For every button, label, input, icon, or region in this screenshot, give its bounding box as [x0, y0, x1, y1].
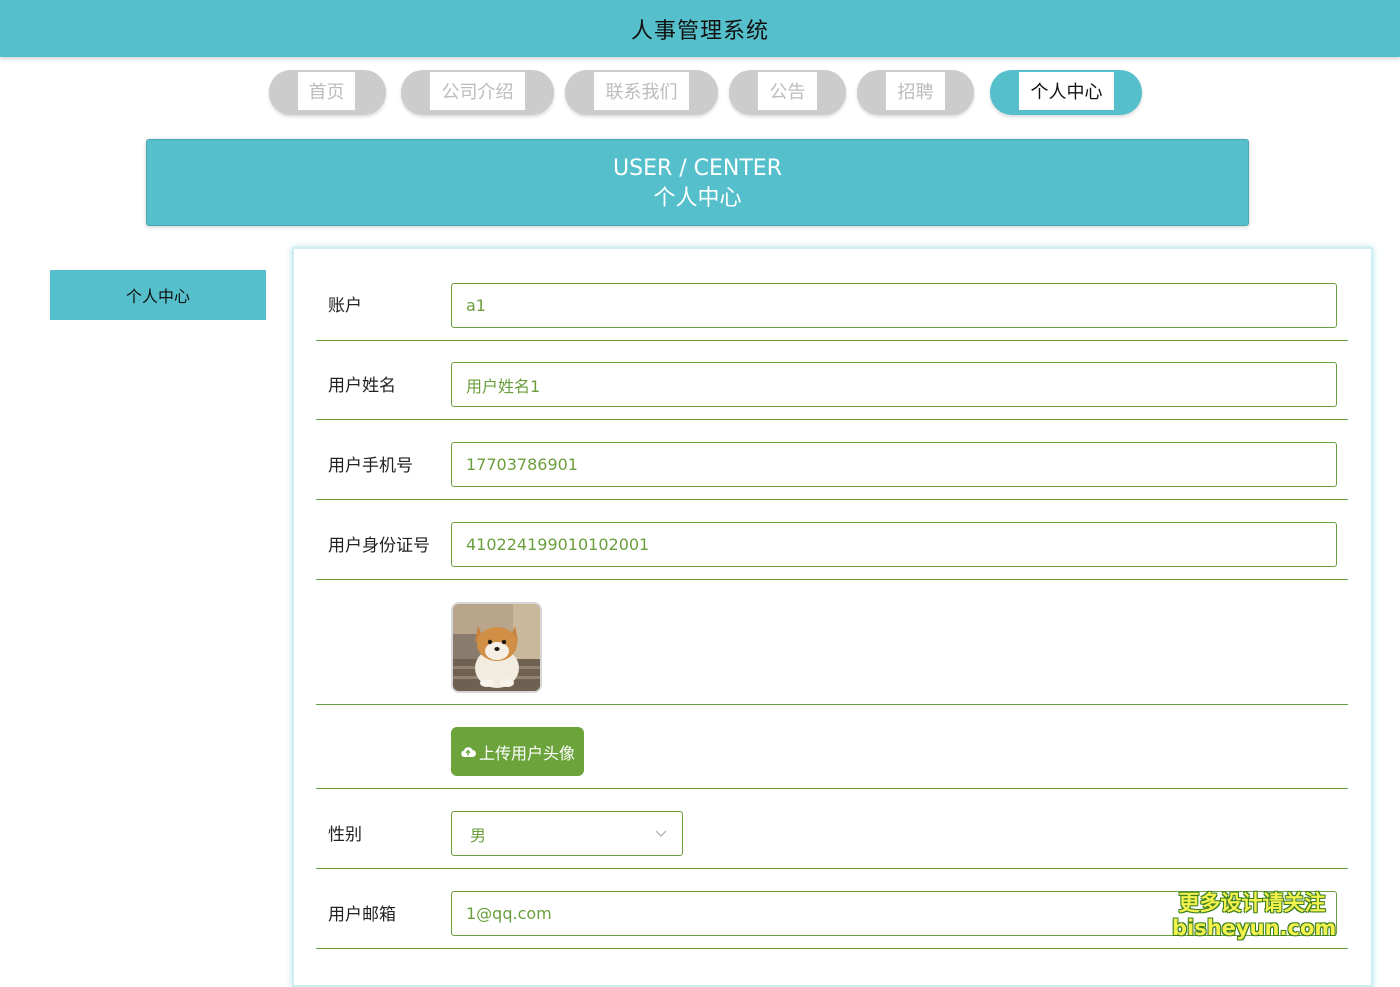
nav-home-label: 首页	[298, 72, 355, 110]
top-bar: 人事管理系统	[0, 0, 1400, 57]
name-input[interactable]	[466, 375, 1336, 394]
account-input[interactable]	[466, 296, 1336, 315]
nav-announcements[interactable]: 公告	[729, 70, 846, 115]
nav-recruitment-label: 招聘	[886, 72, 945, 110]
form-row-name: 用户姓名	[316, 341, 1348, 420]
nav-company-intro[interactable]: 公司介绍	[401, 70, 554, 115]
email-label: 用户邮箱	[328, 905, 396, 925]
name-label: 用户姓名	[328, 376, 396, 396]
nav-contact-us[interactable]: 联系我们	[565, 70, 718, 115]
idcard-field[interactable]	[451, 522, 1337, 567]
gender-selected-value: 男	[470, 825, 487, 845]
form-row-idcard: 用户身份证号	[316, 500, 1348, 580]
avatar[interactable]	[451, 602, 542, 693]
idcard-input[interactable]	[466, 535, 1336, 554]
upload-avatar-label: 上传用户头像	[478, 743, 575, 763]
app-title: 人事管理系统	[630, 18, 769, 44]
chevron-down-icon	[655, 830, 667, 837]
nav-company-intro-label: 公司介绍	[430, 72, 525, 110]
nav-announcements-label: 公告	[758, 72, 817, 110]
nav-home[interactable]: 首页	[269, 70, 386, 115]
sidebar-item-user-center[interactable]: 个人中心	[50, 270, 266, 320]
gender-select[interactable]: 男	[451, 811, 683, 856]
watermark-line-1: 更多设计请关注	[1178, 891, 1326, 915]
form-row-account: 账户	[316, 259, 1348, 341]
phone-label: 用户手机号	[328, 456, 413, 476]
account-label: 账户	[328, 296, 362, 316]
idcard-label: 用户身份证号	[328, 536, 430, 556]
form-row-upload: 上传用户头像	[316, 705, 1348, 789]
nav-user-center[interactable]: 个人中心	[990, 70, 1142, 115]
cloud-upload-icon	[461, 747, 476, 757]
gender-label: 性别	[328, 825, 362, 845]
sidebar-item-label: 个人中心	[125, 287, 190, 306]
shiba-inu-photo-icon	[453, 604, 540, 691]
account-field[interactable]	[451, 283, 1337, 328]
watermark-line-2: bisheyun.com	[1172, 916, 1337, 940]
name-field[interactable]	[451, 362, 1337, 407]
nav-recruitment[interactable]: 招聘	[857, 70, 974, 115]
upload-avatar-button[interactable]: 上传用户头像	[451, 727, 584, 776]
form-row-gender: 性别 男	[316, 789, 1348, 869]
nav-user-center-label: 个人中心	[1019, 72, 1114, 110]
phone-field[interactable]	[451, 442, 1337, 487]
banner-chinese-title: 个人中心	[653, 186, 742, 211]
main-nav: 首页 公司介绍 联系我们 公告 招聘 个人中心	[0, 70, 1400, 115]
watermark: 更多设计请关注 bisheyun.com	[1172, 891, 1337, 941]
phone-input[interactable]	[466, 455, 1336, 474]
page-banner: USER / CENTER 个人中心	[146, 139, 1249, 226]
banner-english-title: USER / CENTER	[613, 156, 782, 181]
form-row-avatar	[316, 580, 1348, 705]
nav-contact-us-label: 联系我们	[594, 72, 689, 110]
form-row-phone: 用户手机号	[316, 420, 1348, 500]
